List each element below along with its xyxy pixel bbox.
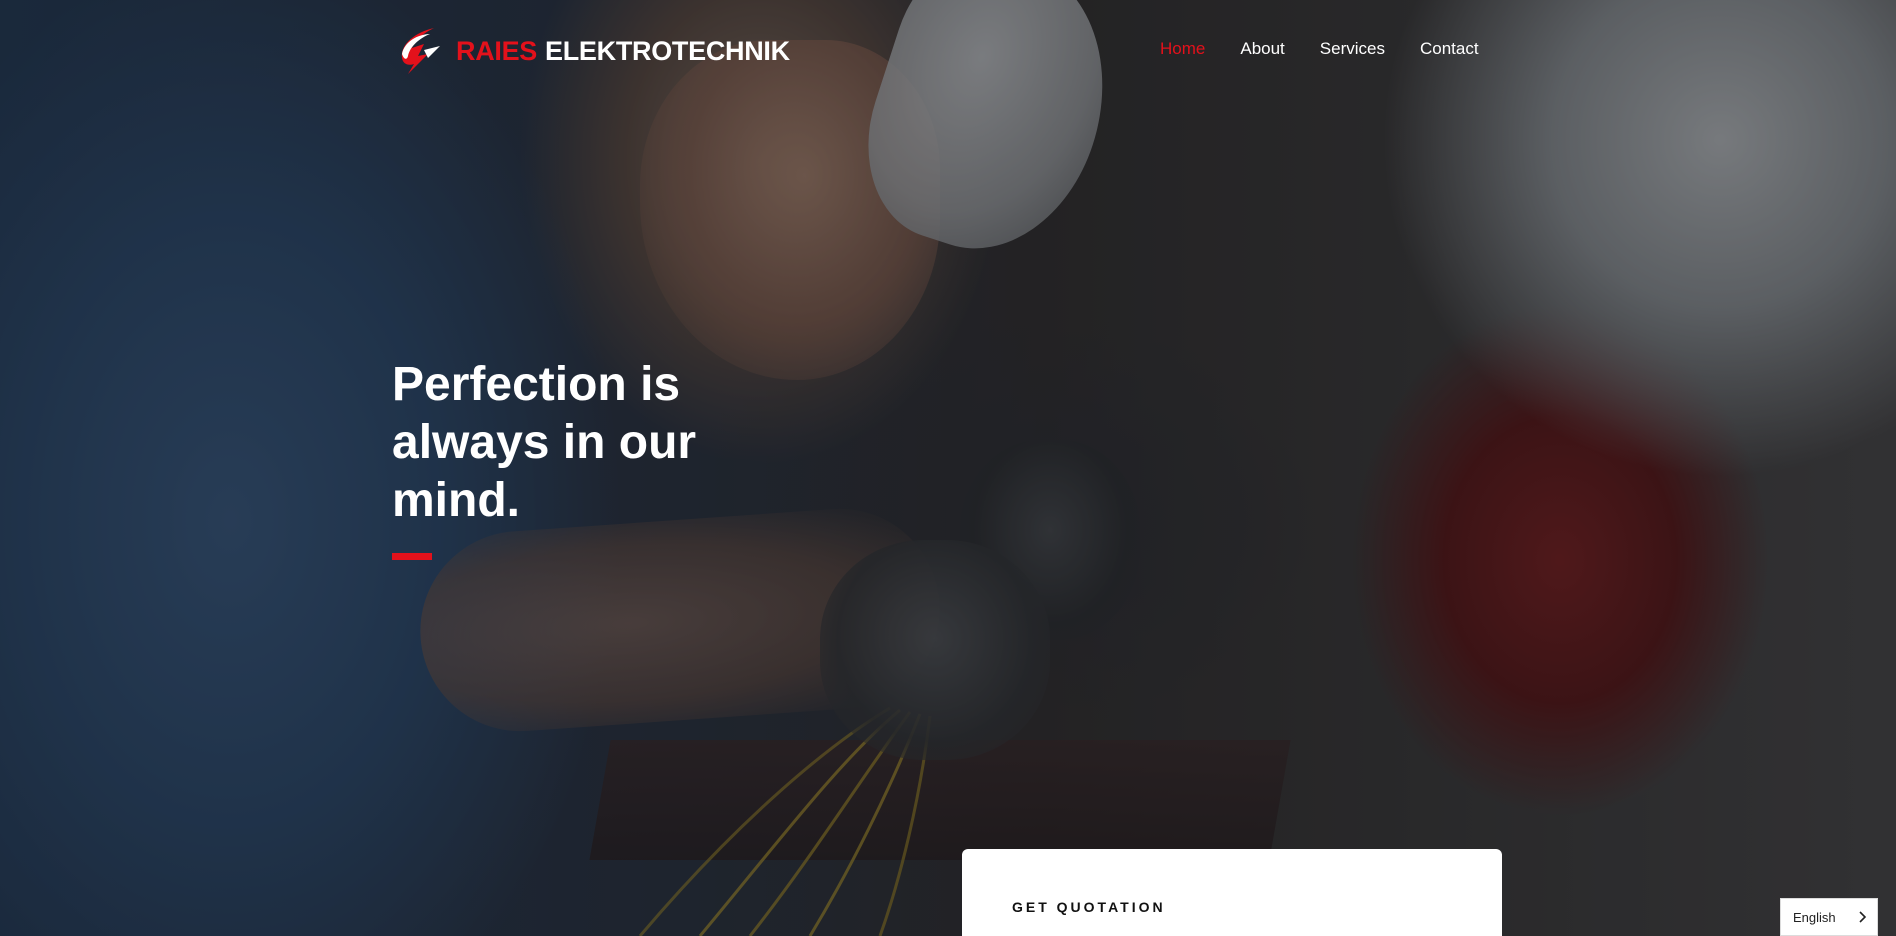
quotation-card-title: GET QUOTATION: [1012, 899, 1166, 915]
chevron-right-icon: [1859, 911, 1867, 923]
hero-section: RAIES ELEKTROTECHNIK Home About Services …: [0, 0, 1896, 936]
nav-item-services[interactable]: Services: [1320, 39, 1385, 59]
language-selector[interactable]: English: [1780, 898, 1878, 936]
hero-dark-overlay: [0, 0, 1896, 936]
language-selector-label: English: [1793, 909, 1836, 925]
nav-item-home[interactable]: Home: [1160, 39, 1205, 59]
nav-item-about[interactable]: About: [1240, 39, 1284, 59]
lightning-bolt-icon: [401, 28, 440, 74]
brand-logo[interactable]: RAIES ELEKTROTECHNIK: [394, 24, 790, 78]
brand-name-part2: ELEKTROTECHNIK: [545, 35, 790, 66]
headline-accent-bar: [392, 553, 432, 560]
brand-name: RAIES ELEKTROTECHNIK: [456, 36, 790, 67]
hero-headline: Perfection is always in our mind.: [392, 358, 697, 527]
brand-name-part1: RAIES: [456, 35, 538, 66]
main-navigation: Home About Services Contact: [1160, 39, 1514, 59]
quotation-card[interactable]: GET QUOTATION: [962, 849, 1502, 936]
nav-item-contact[interactable]: Contact: [1420, 39, 1479, 59]
